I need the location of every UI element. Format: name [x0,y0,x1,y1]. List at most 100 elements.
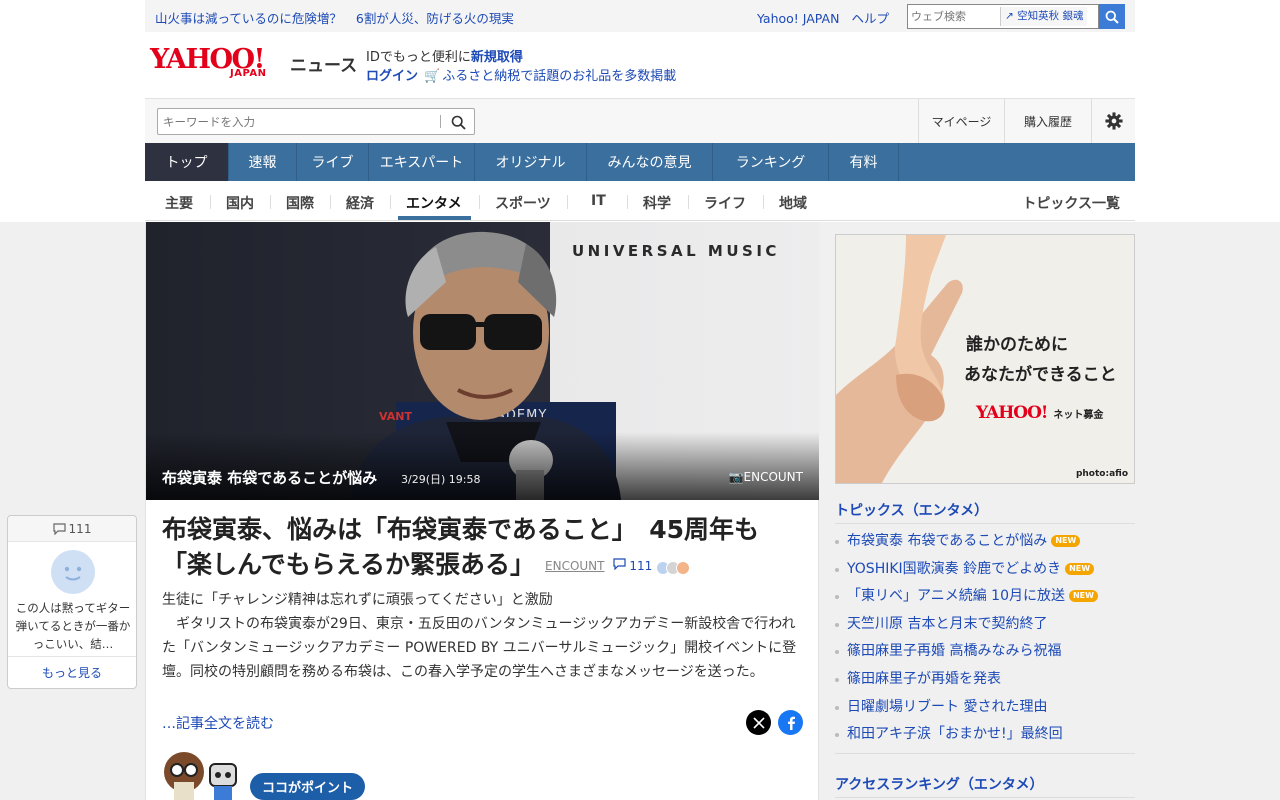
read-full-article-link[interactable]: …記事全文を読む [162,713,274,733]
reaction-faces [656,549,691,584]
tab-entertainment[interactable]: エンタメ [406,193,462,213]
gear-icon [1104,112,1123,130]
article-source-link[interactable]: ENCOUNT [545,559,604,573]
tab-economy[interactable]: 経済 [346,193,374,213]
search-suggestion[interactable]: ↗ 空知英秋 銀魂 [1000,7,1088,26]
all-topics-link[interactable]: トピックス一覧 [1022,193,1120,213]
topic-item[interactable]: 篠田麻里子が再婚を発表 [835,666,1135,694]
tab-divider [627,195,628,209]
topbar-headline[interactable]: 山火事は減っているのに危険増？ 6割が人災、防げる火の現実 [155,8,528,27]
search-icon [1105,10,1119,24]
tab-life[interactable]: ライフ [704,193,746,213]
mascot-icon [164,752,237,800]
furusato-link[interactable]: ふるさと納税で話題のお礼品を多数掲載 [442,69,676,84]
tab-it[interactable]: IT [591,193,606,209]
ad-headline-1: 誰かのために [966,335,1068,355]
see-more-comments-button[interactable]: もっと見る [8,656,136,688]
advertisement-banner[interactable]: 誰かのために あなたができること YAHOO! ネット募金 photo:afio [835,234,1135,484]
comment-widget: 111 この人は黙ってギター弾いてるときが一番かっこいい、結… もっと見る [7,515,137,689]
web-search-box: ↗ 空知英秋 銀魂 [907,4,1099,29]
avatar [51,550,95,594]
account-promo: IDでもっと便利に新規取得 ログイン 🛒 ふるさと納税で話題のお礼品を多数掲載 [366,48,676,86]
facebook-share-button[interactable] [778,710,803,735]
hero-caption[interactable]: 布袋寅泰 布袋であることが悩み [162,467,377,488]
tab-main[interactable]: 主要 [165,193,193,213]
tab-divider [479,195,480,209]
active-tab-indicator [398,216,471,220]
category-live[interactable]: ライブ [297,143,369,181]
keyword-search-button[interactable] [446,112,470,132]
category-breaking[interactable]: 速報 [229,143,297,181]
category-top[interactable]: トップ [145,143,229,181]
comment-count-header[interactable]: 111 [8,516,136,542]
tab-world[interactable]: 国際 [286,193,314,213]
topic-title: 布袋寅泰 布袋であることが悩み [847,533,1048,549]
mypage-button[interactable]: マイページ [918,99,1004,143]
topic-item[interactable]: 天竺川原 吉本と月末で契約終了 [835,611,1135,639]
new-badge: NEW [1065,562,1095,575]
web-search-input[interactable] [911,8,999,25]
topbar-links: Yahoo! JAPAN ヘルプ [757,8,901,27]
topic-title: 日曜劇場リブート 愛された理由 [847,698,1048,715]
purchase-history-button[interactable]: 購入履歴 [1004,99,1091,143]
ad-brand: YAHOO! ネット募金 [976,403,1103,423]
tab-science[interactable]: 科学 [643,193,671,213]
category-ranking[interactable]: ランキング [713,143,829,181]
tab-sports[interactable]: スポーツ [495,193,551,213]
topbar-headline-1[interactable]: 山火事は減っているのに危険増？ [155,11,342,26]
topic-title: 篠田麻里子再婚 高橋みなみら祝福 [847,643,1062,660]
logo-japan-text: JAPAN [230,68,267,79]
category-nav: トップ 速報 ライブ エキスパート オリジナル みんなの意見 ランキング 有料 [145,143,1135,181]
topbar-headline-2[interactable]: 6割が人災、防げる火の現実 [356,11,514,26]
topic-item[interactable]: 篠田麻里子再婚 高橋みなみら祝福 [835,638,1135,666]
comment-preview[interactable]: この人は黙ってギター弾いてるときが一番かっこいい、結… [15,599,131,653]
topics-divider [835,523,1135,524]
topic-item[interactable]: 日曜劇場リブート 愛された理由 [835,694,1135,722]
tab-divider [567,195,568,209]
topic-item[interactable]: 「東リベ」アニメ続編 10月に放送 NEW [835,583,1135,611]
category-expert[interactable]: エキスパート [369,143,475,181]
x-share-button[interactable] [746,710,771,735]
article-title-block: 布袋寅泰、悩みは「布袋寅泰であること」 45周年も「楽しんでもらえるか緊張ある」… [162,512,807,584]
hero-image[interactable]: UNIVERSAL MUSIC VANT ADEMY 布袋寅泰 布袋であることが… [146,222,819,500]
help-link[interactable]: ヘルプ [851,11,889,26]
hero-date: 3/29(日) 19:58 [401,473,481,486]
tab-local[interactable]: 地域 [779,193,807,213]
ad-photo-credit: photo:afio [1075,469,1128,479]
article-subtitle: 生徒に「チャレンジ精神は忘れずに頑張ってください」と激励 [162,592,553,608]
tab-divider [210,195,211,209]
topics-heading[interactable]: トピックス（エンタメ） [835,500,988,520]
camera-icon: 📷 [728,470,744,484]
mypage-label: マイページ [931,114,992,129]
ad-brand-sub: ネット募金 [1053,410,1104,421]
category-paid[interactable]: 有料 [829,143,899,181]
topic-item[interactable]: 和田アキ子涙「おまかせ!」最終回 [835,721,1135,749]
yahoo-japan-link[interactable]: Yahoo! JAPAN [757,11,839,26]
yahoo-news-logo[interactable]: YAHOO! JAPAN ニュース [150,46,357,80]
tab-divider [330,195,331,209]
comment-icon [52,522,66,535]
ranking-divider [835,797,1135,798]
topic-item[interactable]: YOSHIKI国歌演奏 鈴鹿でどよめき NEW [835,556,1135,584]
category-original[interactable]: オリジナル [475,143,587,181]
web-search-button[interactable] [1099,4,1125,29]
access-ranking-heading[interactable]: アクセスランキング（エンタメ） [835,774,1043,794]
topic-item[interactable]: 布袋寅泰 布袋であることが悩み NEW [835,528,1135,556]
keyword-search-input[interactable] [163,114,433,130]
category-opinions[interactable]: みんなの意見 [587,143,713,181]
ad-brand-logo: YAHOO! [976,403,1048,423]
login-link[interactable]: ログイン [366,69,418,84]
tab-domestic[interactable]: 国内 [226,193,254,213]
settings-button[interactable] [1091,99,1135,143]
smiley-face-icon [64,566,82,581]
article-comments-link[interactable]: 111 [612,557,653,573]
article-comment-count: 111 [629,558,653,573]
comment-count: 111 [68,521,92,536]
topic-title: 天竺川原 吉本と月末で契約終了 [847,615,1048,632]
purchase-history-label: 購入履歴 [1023,114,1072,129]
key-points-button[interactable]: ココがポイント [250,773,366,800]
signup-link[interactable]: 新規取得 [471,50,523,65]
search-row: マイページ 購入履歴 [145,98,1135,143]
topics-list: 布袋寅泰 布袋であることが悩み NEW YOSHIKI国歌演奏 鈴鹿でどよめき NE… [835,528,1135,749]
logo-news-text: ニュース [290,56,358,76]
